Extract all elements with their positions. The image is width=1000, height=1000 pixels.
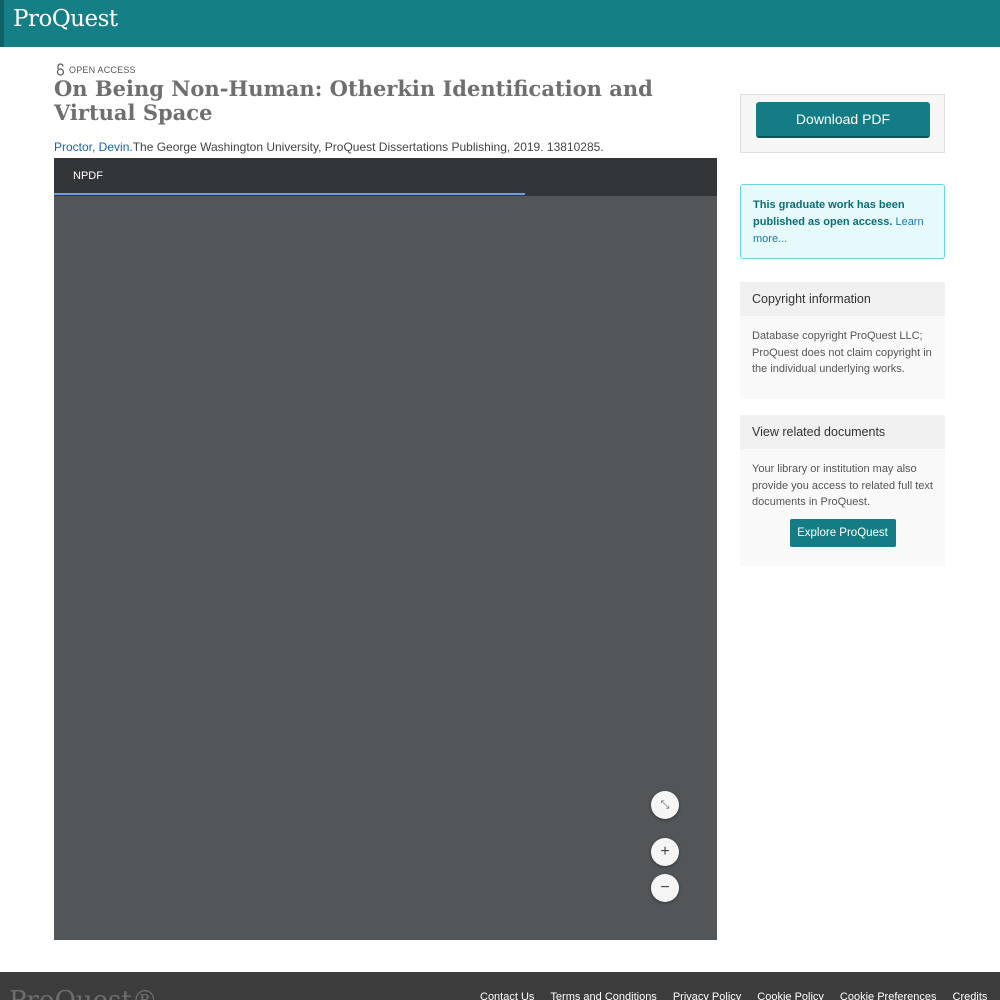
open-access-notice: This graduate work has been published as…	[740, 184, 945, 259]
site-footer: ProQuest® Contact Us Terms and Condition…	[0, 972, 1000, 1000]
document-title: On Being Non-Human: Otherkin Identificat…	[54, 76, 653, 125]
pdf-viewer[interactable]: NPDF ⤡ + −	[54, 158, 717, 940]
plus-icon: +	[660, 843, 670, 860]
footer-links: Contact Us Terms and Conditions Privacy …	[480, 991, 987, 1000]
viewer-load-progress	[54, 193, 525, 195]
viewer-tab-npdf[interactable]: NPDF	[73, 170, 103, 182]
footer-link-credits[interactable]: Credits	[953, 991, 988, 1000]
copyright-text: Database copyright ProQuest LLC; ProQues…	[752, 330, 932, 375]
related-documents-panel: View related documents Your library or i…	[740, 415, 945, 566]
download-pdf-button[interactable]: Download PDF	[756, 102, 930, 138]
related-heading: View related documents	[740, 415, 945, 449]
footer-link-cookie-preferences[interactable]: Cookie Preferences	[840, 991, 937, 1000]
open-access-notice-text: This graduate work has been published as…	[753, 199, 905, 228]
proquest-logo[interactable]: ProQuest	[13, 6, 118, 32]
copyright-heading: Copyright information	[740, 282, 945, 316]
viewer-toolbar: NPDF	[54, 158, 717, 196]
citation-line: Proctor, Devin.The George Washington Uni…	[54, 140, 604, 154]
related-text: Your library or institution may also pro…	[752, 463, 933, 508]
explore-proquest-button[interactable]: Explore ProQuest	[789, 518, 896, 547]
citation-text: The George Washington University, ProQue…	[132, 140, 604, 154]
copyright-panel: Copyright information Database copyright…	[740, 282, 945, 399]
minus-icon: −	[660, 879, 670, 896]
open-access-label: OPEN ACCESS	[69, 64, 136, 75]
author-link[interactable]: Proctor, Devin.	[54, 140, 133, 154]
zoom-out-button[interactable]: −	[651, 874, 679, 902]
footer-link-privacy[interactable]: Privacy Policy	[673, 991, 741, 1000]
footer-link-terms[interactable]: Terms and Conditions	[550, 991, 656, 1000]
download-panel: Download PDF	[740, 94, 945, 153]
fit-page-icon: ⤡	[660, 799, 670, 811]
fit-page-button[interactable]: ⤡	[651, 791, 679, 819]
open-lock-icon	[56, 63, 65, 76]
footer-link-cookie-policy[interactable]: Cookie Policy	[757, 991, 824, 1000]
site-header: ProQuest	[0, 0, 1000, 47]
open-access-indicator: OPEN ACCESS	[55, 63, 136, 76]
footer-link-contact-us[interactable]: Contact Us	[480, 991, 534, 1000]
zoom-in-button[interactable]: +	[651, 838, 679, 866]
footer-logo[interactable]: ProQuest®	[9, 986, 158, 1000]
